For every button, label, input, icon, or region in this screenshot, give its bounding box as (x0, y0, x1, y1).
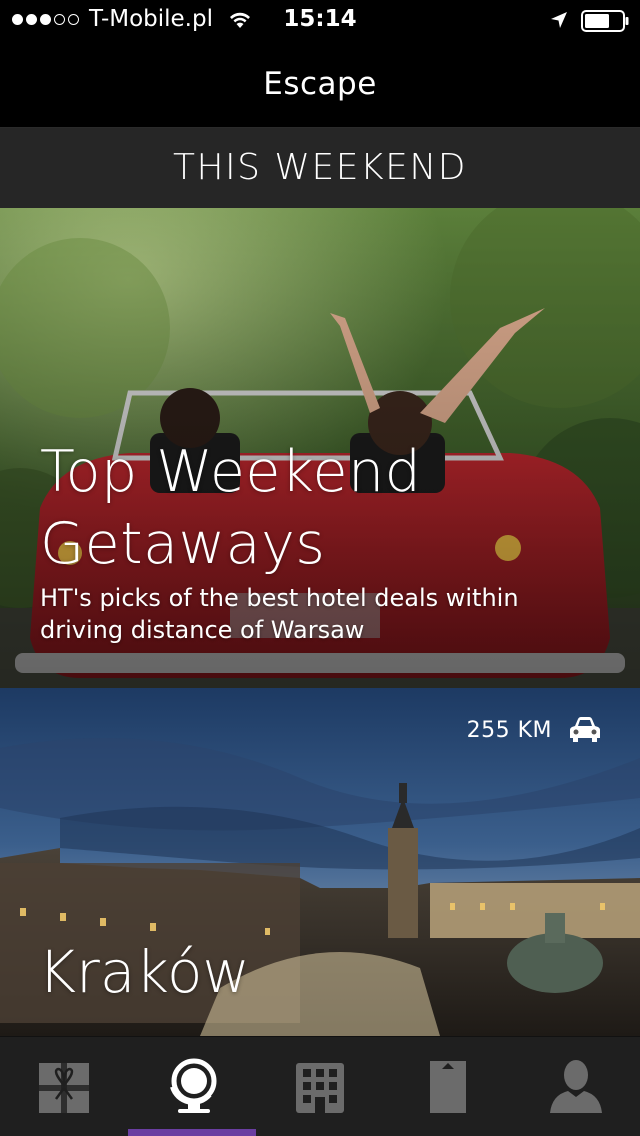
clock: 15:14 (283, 6, 357, 32)
page-title: Escape (263, 66, 377, 102)
top-weekend-getaways-card[interactable]: Top Weekend Getaways HT's picks of the b… (0, 208, 640, 688)
tab-gifts[interactable] (0, 1037, 128, 1136)
tab-escape[interactable] (128, 1037, 256, 1136)
section-header: THIS WEEKEND (0, 128, 640, 208)
hero-subtitle: HT's picks of the best hotel deals withi… (40, 582, 620, 646)
tab-profile[interactable] (512, 1037, 640, 1136)
hero-subtitle-line: driving distance of Warsaw (40, 616, 365, 644)
tab-hotels[interactable] (256, 1037, 384, 1136)
active-tab-indicator (128, 1129, 256, 1136)
section-title: THIS WEEKEND (172, 147, 468, 188)
building-icon (296, 1063, 344, 1113)
person-icon (550, 1060, 602, 1113)
globe-icon (170, 1058, 217, 1113)
destination-card-krakow[interactable]: 255 KM Kraków (0, 688, 640, 1036)
distance-label: 255 KM (466, 718, 552, 743)
car-icon (570, 717, 600, 742)
hero-title-line: Getaways (40, 511, 326, 577)
tab-bar (0, 1036, 640, 1136)
tab-saved[interactable] (384, 1037, 512, 1136)
location-arrow-icon (551, 12, 567, 28)
gift-icon (39, 1063, 89, 1113)
hero-subtitle-line: HT's picks of the best hotel deals withi… (40, 584, 519, 612)
destination-city-name: Kraków (38, 938, 250, 1006)
hero-title: Top Weekend Getaways (40, 436, 620, 580)
bookmark-icon (430, 1061, 466, 1113)
status-bar: T-Mobile.pl 15:14 (0, 0, 640, 40)
hero-title-line: Top Weekend (40, 439, 422, 505)
navigation-bar: Escape (0, 40, 640, 128)
battery-icon (581, 10, 629, 32)
